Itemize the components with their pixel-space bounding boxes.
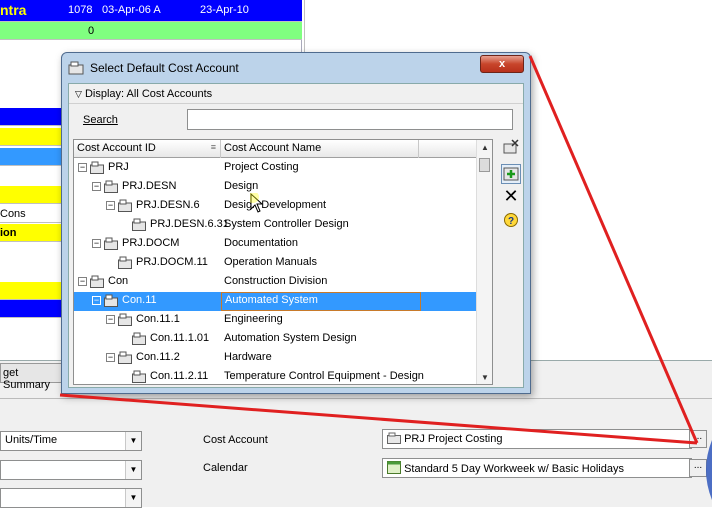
- annotation-lines: [59, 55, 712, 500]
- annotation-line-bottom: [59, 393, 698, 445]
- corner-shape: [706, 440, 712, 500]
- annotation-line-right: [528, 55, 699, 444]
